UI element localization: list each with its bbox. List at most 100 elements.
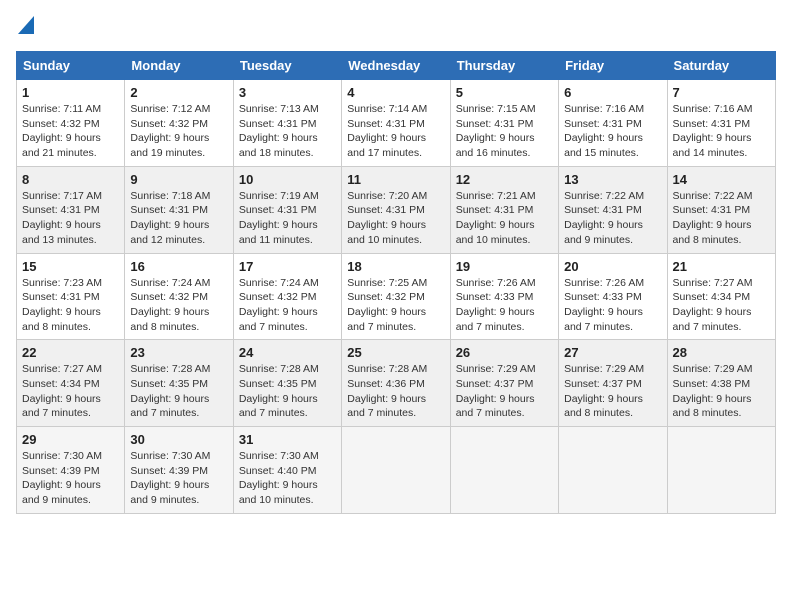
- day-info: Sunrise: 7:28 AMSunset: 4:35 PMDaylight:…: [130, 363, 210, 419]
- calendar-cell: 18 Sunrise: 7:25 AMSunset: 4:32 PMDaylig…: [342, 253, 450, 340]
- day-info: Sunrise: 7:21 AMSunset: 4:31 PMDaylight:…: [456, 190, 536, 246]
- day-number: 10: [239, 172, 336, 187]
- day-number: 12: [456, 172, 553, 187]
- calendar-cell: 23 Sunrise: 7:28 AMSunset: 4:35 PMDaylig…: [125, 340, 233, 427]
- day-info: Sunrise: 7:13 AMSunset: 4:31 PMDaylight:…: [239, 103, 319, 159]
- calendar-cell: [450, 427, 558, 514]
- day-number: 15: [22, 259, 119, 274]
- calendar-cell: 9 Sunrise: 7:18 AMSunset: 4:31 PMDayligh…: [125, 166, 233, 253]
- calendar-cell: 25 Sunrise: 7:28 AMSunset: 4:36 PMDaylig…: [342, 340, 450, 427]
- calendar-week-row: 15 Sunrise: 7:23 AMSunset: 4:31 PMDaylig…: [17, 253, 776, 340]
- day-number: 9: [130, 172, 227, 187]
- calendar-cell: 6 Sunrise: 7:16 AMSunset: 4:31 PMDayligh…: [559, 80, 667, 167]
- weekday-header-tuesday: Tuesday: [233, 52, 341, 80]
- calendar-cell: 10 Sunrise: 7:19 AMSunset: 4:31 PMDaylig…: [233, 166, 341, 253]
- day-number: 18: [347, 259, 444, 274]
- day-info: Sunrise: 7:19 AMSunset: 4:31 PMDaylight:…: [239, 190, 319, 246]
- day-number: 19: [456, 259, 553, 274]
- day-info: Sunrise: 7:16 AMSunset: 4:31 PMDaylight:…: [673, 103, 753, 159]
- day-info: Sunrise: 7:30 AMSunset: 4:39 PMDaylight:…: [22, 450, 102, 506]
- calendar-cell: 21 Sunrise: 7:27 AMSunset: 4:34 PMDaylig…: [667, 253, 775, 340]
- calendar-cell: 1 Sunrise: 7:11 AMSunset: 4:32 PMDayligh…: [17, 80, 125, 167]
- calendar-cell: 30 Sunrise: 7:30 AMSunset: 4:39 PMDaylig…: [125, 427, 233, 514]
- day-info: Sunrise: 7:29 AMSunset: 4:38 PMDaylight:…: [673, 363, 753, 419]
- calendar-table: SundayMondayTuesdayWednesdayThursdayFrid…: [16, 51, 776, 514]
- day-info: Sunrise: 7:14 AMSunset: 4:31 PMDaylight:…: [347, 103, 427, 159]
- day-info: Sunrise: 7:16 AMSunset: 4:31 PMDaylight:…: [564, 103, 644, 159]
- weekday-header-friday: Friday: [559, 52, 667, 80]
- day-number: 13: [564, 172, 661, 187]
- day-info: Sunrise: 7:15 AMSunset: 4:31 PMDaylight:…: [456, 103, 536, 159]
- day-info: Sunrise: 7:17 AMSunset: 4:31 PMDaylight:…: [22, 190, 102, 246]
- calendar-cell: 3 Sunrise: 7:13 AMSunset: 4:31 PMDayligh…: [233, 80, 341, 167]
- day-number: 5: [456, 85, 553, 100]
- day-number: 3: [239, 85, 336, 100]
- day-number: 11: [347, 172, 444, 187]
- weekday-header-thursday: Thursday: [450, 52, 558, 80]
- page-header: [16, 16, 776, 39]
- calendar-cell: 22 Sunrise: 7:27 AMSunset: 4:34 PMDaylig…: [17, 340, 125, 427]
- day-number: 31: [239, 432, 336, 447]
- calendar-cell: 28 Sunrise: 7:29 AMSunset: 4:38 PMDaylig…: [667, 340, 775, 427]
- calendar-cell: 15 Sunrise: 7:23 AMSunset: 4:31 PMDaylig…: [17, 253, 125, 340]
- calendar-cell: 16 Sunrise: 7:24 AMSunset: 4:32 PMDaylig…: [125, 253, 233, 340]
- day-number: 21: [673, 259, 770, 274]
- day-info: Sunrise: 7:29 AMSunset: 4:37 PMDaylight:…: [456, 363, 536, 419]
- day-info: Sunrise: 7:23 AMSunset: 4:31 PMDaylight:…: [22, 277, 102, 333]
- day-number: 20: [564, 259, 661, 274]
- calendar-cell: [342, 427, 450, 514]
- day-info: Sunrise: 7:30 AMSunset: 4:39 PMDaylight:…: [130, 450, 210, 506]
- day-info: Sunrise: 7:25 AMSunset: 4:32 PMDaylight:…: [347, 277, 427, 333]
- day-info: Sunrise: 7:24 AMSunset: 4:32 PMDaylight:…: [130, 277, 210, 333]
- day-number: 2: [130, 85, 227, 100]
- day-number: 4: [347, 85, 444, 100]
- day-info: Sunrise: 7:18 AMSunset: 4:31 PMDaylight:…: [130, 190, 210, 246]
- calendar-cell: 29 Sunrise: 7:30 AMSunset: 4:39 PMDaylig…: [17, 427, 125, 514]
- day-number: 6: [564, 85, 661, 100]
- day-number: 1: [22, 85, 119, 100]
- day-info: Sunrise: 7:24 AMSunset: 4:32 PMDaylight:…: [239, 277, 319, 333]
- calendar-cell: 8 Sunrise: 7:17 AMSunset: 4:31 PMDayligh…: [17, 166, 125, 253]
- calendar-cell: [667, 427, 775, 514]
- calendar-cell: 11 Sunrise: 7:20 AMSunset: 4:31 PMDaylig…: [342, 166, 450, 253]
- day-number: 14: [673, 172, 770, 187]
- calendar-week-row: 1 Sunrise: 7:11 AMSunset: 4:32 PMDayligh…: [17, 80, 776, 167]
- logo-arrow-icon: [18, 16, 34, 34]
- calendar-cell: [559, 427, 667, 514]
- day-info: Sunrise: 7:12 AMSunset: 4:32 PMDaylight:…: [130, 103, 210, 159]
- weekday-header-wednesday: Wednesday: [342, 52, 450, 80]
- day-info: Sunrise: 7:28 AMSunset: 4:36 PMDaylight:…: [347, 363, 427, 419]
- logo: [16, 16, 34, 39]
- calendar-week-row: 29 Sunrise: 7:30 AMSunset: 4:39 PMDaylig…: [17, 427, 776, 514]
- calendar-cell: 7 Sunrise: 7:16 AMSunset: 4:31 PMDayligh…: [667, 80, 775, 167]
- day-info: Sunrise: 7:27 AMSunset: 4:34 PMDaylight:…: [673, 277, 753, 333]
- day-number: 28: [673, 345, 770, 360]
- calendar-cell: 5 Sunrise: 7:15 AMSunset: 4:31 PMDayligh…: [450, 80, 558, 167]
- weekday-header-sunday: Sunday: [17, 52, 125, 80]
- day-number: 17: [239, 259, 336, 274]
- day-number: 22: [22, 345, 119, 360]
- day-number: 25: [347, 345, 444, 360]
- calendar-week-row: 22 Sunrise: 7:27 AMSunset: 4:34 PMDaylig…: [17, 340, 776, 427]
- calendar-cell: 24 Sunrise: 7:28 AMSunset: 4:35 PMDaylig…: [233, 340, 341, 427]
- calendar-cell: 13 Sunrise: 7:22 AMSunset: 4:31 PMDaylig…: [559, 166, 667, 253]
- calendar-cell: 12 Sunrise: 7:21 AMSunset: 4:31 PMDaylig…: [450, 166, 558, 253]
- day-number: 8: [22, 172, 119, 187]
- day-info: Sunrise: 7:30 AMSunset: 4:40 PMDaylight:…: [239, 450, 319, 506]
- calendar-header-row: SundayMondayTuesdayWednesdayThursdayFrid…: [17, 52, 776, 80]
- day-info: Sunrise: 7:29 AMSunset: 4:37 PMDaylight:…: [564, 363, 644, 419]
- day-number: 27: [564, 345, 661, 360]
- day-info: Sunrise: 7:22 AMSunset: 4:31 PMDaylight:…: [673, 190, 753, 246]
- calendar-cell: 19 Sunrise: 7:26 AMSunset: 4:33 PMDaylig…: [450, 253, 558, 340]
- calendar-cell: 27 Sunrise: 7:29 AMSunset: 4:37 PMDaylig…: [559, 340, 667, 427]
- day-info: Sunrise: 7:28 AMSunset: 4:35 PMDaylight:…: [239, 363, 319, 419]
- calendar-cell: 14 Sunrise: 7:22 AMSunset: 4:31 PMDaylig…: [667, 166, 775, 253]
- calendar-cell: 26 Sunrise: 7:29 AMSunset: 4:37 PMDaylig…: [450, 340, 558, 427]
- calendar-cell: 17 Sunrise: 7:24 AMSunset: 4:32 PMDaylig…: [233, 253, 341, 340]
- calendar-week-row: 8 Sunrise: 7:17 AMSunset: 4:31 PMDayligh…: [17, 166, 776, 253]
- weekday-header-monday: Monday: [125, 52, 233, 80]
- calendar-cell: 20 Sunrise: 7:26 AMSunset: 4:33 PMDaylig…: [559, 253, 667, 340]
- day-info: Sunrise: 7:20 AMSunset: 4:31 PMDaylight:…: [347, 190, 427, 246]
- day-number: 7: [673, 85, 770, 100]
- day-info: Sunrise: 7:26 AMSunset: 4:33 PMDaylight:…: [456, 277, 536, 333]
